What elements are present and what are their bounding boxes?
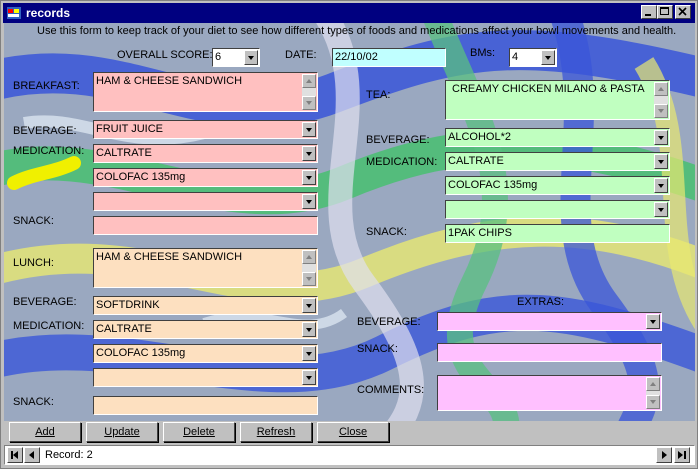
chevron-down-icon[interactable] — [302, 170, 316, 185]
lunch-medication-1-select[interactable]: CALTRATE — [93, 320, 318, 339]
tea-beverage-select[interactable]: ALCOHOL*2 — [445, 128, 670, 147]
close-icon — [678, 7, 687, 16]
breakfast-medication-label: MEDICATION: — [13, 145, 85, 157]
maximize-button[interactable] — [657, 5, 673, 19]
close-button[interactable]: Close — [317, 422, 389, 442]
chevron-down-icon[interactable] — [302, 346, 316, 361]
chevron-down-icon[interactable] — [654, 178, 668, 193]
chevron-down-icon[interactable] — [654, 154, 668, 169]
breakfast-snack-label: SNACK: — [13, 215, 54, 227]
comments-scrollbar[interactable] — [646, 377, 660, 409]
minimize-icon — [645, 14, 651, 16]
date-field[interactable]: 22/10/02 — [332, 48, 446, 67]
chevron-down-icon[interactable] — [302, 322, 316, 337]
first-record-icon[interactable] — [7, 447, 23, 463]
tea-medication-1-select[interactable]: CALTRATE — [445, 152, 670, 171]
lunch-beverage-label: BEVERAGE: — [13, 296, 77, 308]
lunch-medication-3-select[interactable] — [93, 368, 318, 387]
overall-score-label: OVERALL SCORE: — [117, 49, 213, 61]
bms-select[interactable]: 4 — [509, 48, 557, 67]
chevron-down-icon[interactable] — [302, 122, 316, 137]
lunch-beverage-select[interactable]: SOFTDRINK — [93, 296, 318, 315]
comments-label: COMMENTS: — [357, 384, 425, 396]
records-window: records Use this form to keep track of y… — [0, 0, 698, 469]
overall-score-select[interactable]: 6 — [212, 48, 260, 67]
breakfast-field[interactable]: HAM & CHEESE SANDWICH — [93, 72, 318, 112]
lunch-field[interactable]: HAM & CHEESE SANDWICH — [93, 248, 318, 288]
scroll-down-icon[interactable] — [302, 272, 316, 286]
tea-field[interactable]: CREAMY CHICKEN MILANO & PASTA — [445, 80, 670, 120]
extras-beverage-label: BEVERAGE: — [357, 316, 421, 328]
breakfast-beverage-select[interactable]: FRUIT JUICE — [93, 120, 318, 139]
form-body: Use this form to keep track of your diet… — [4, 23, 695, 421]
extras-heading: EXTRAS: — [517, 296, 565, 308]
delete-button[interactable]: Delete — [163, 422, 235, 442]
minimize-button[interactable] — [641, 5, 657, 19]
comments-field[interactable] — [437, 375, 662, 411]
tea-label: TEA: — [366, 89, 391, 101]
record-position-text: Record: 2 — [45, 449, 93, 461]
next-record-icon[interactable] — [656, 447, 672, 463]
chevron-down-icon[interactable] — [302, 298, 316, 313]
record-navigator: Record: 2 — [4, 445, 695, 465]
chevron-down-icon[interactable] — [302, 146, 316, 161]
close-window-button[interactable] — [675, 5, 691, 19]
breakfast-label: BREAKFAST: — [13, 80, 80, 92]
bms-label: BMs: — [470, 47, 496, 59]
scroll-down-icon[interactable] — [654, 104, 668, 118]
breakfast-medication-3-select[interactable] — [93, 192, 318, 211]
tea-scrollbar[interactable] — [654, 82, 668, 118]
tea-snack-label: SNACK: — [366, 226, 407, 238]
lunch-snack-label: SNACK: — [13, 396, 54, 408]
update-button[interactable]: Update — [86, 422, 158, 442]
scroll-up-icon[interactable] — [654, 82, 668, 96]
extras-snack-label: SNACK: — [357, 343, 398, 355]
tea-medication-3-select[interactable] — [445, 200, 670, 219]
chevron-down-icon[interactable] — [541, 50, 555, 65]
chevron-down-icon[interactable] — [244, 50, 258, 65]
extras-snack-field[interactable] — [437, 343, 662, 362]
chevron-down-icon[interactable] — [654, 130, 668, 145]
scroll-up-icon[interactable] — [302, 74, 316, 88]
tea-beverage-label: BEVERAGE: — [366, 134, 430, 146]
window-title: records — [26, 6, 71, 20]
lunch-medication-2-select[interactable]: COLOFAC 135mg — [93, 344, 318, 363]
tea-medication-2-select[interactable]: COLOFAC 135mg — [445, 176, 670, 195]
scroll-up-icon[interactable] — [646, 377, 660, 391]
last-record-icon[interactable] — [674, 447, 690, 463]
refresh-button[interactable]: Refresh — [240, 422, 312, 442]
instructions-text: Use this form to keep track of your diet… — [37, 25, 677, 37]
chevron-down-icon[interactable] — [654, 202, 668, 217]
chevron-down-icon[interactable] — [646, 314, 660, 329]
title-bar[interactable]: records — [3, 3, 695, 23]
tea-medication-label: MEDICATION: — [366, 156, 438, 168]
app-icon — [6, 6, 22, 20]
breakfast-scrollbar[interactable] — [302, 74, 316, 110]
add-button[interactable]: Add — [9, 422, 81, 442]
maximize-icon — [660, 7, 669, 15]
chevron-down-icon[interactable] — [302, 370, 316, 385]
breakfast-snack-field[interactable] — [93, 216, 318, 235]
breakfast-beverage-label: BEVERAGE: — [13, 125, 77, 137]
date-label: DATE: — [285, 49, 317, 61]
button-bar: Add Update Delete Refresh Close — [4, 421, 695, 443]
lunch-medication-label: MEDICATION: — [13, 320, 85, 332]
scroll-down-icon[interactable] — [646, 395, 660, 409]
scroll-down-icon[interactable] — [302, 96, 316, 110]
extras-beverage-select[interactable] — [437, 312, 662, 331]
lunch-label: LUNCH: — [13, 257, 54, 269]
tea-snack-field[interactable]: 1PAK CHIPS — [445, 224, 670, 243]
scroll-up-icon[interactable] — [302, 250, 316, 264]
lunch-snack-field[interactable] — [93, 396, 318, 415]
previous-record-icon[interactable] — [24, 447, 40, 463]
chevron-down-icon[interactable] — [302, 194, 316, 209]
lunch-scrollbar[interactable] — [302, 250, 316, 286]
breakfast-medication-1-select[interactable]: CALTRATE — [93, 144, 318, 163]
breakfast-medication-2-select[interactable]: COLOFAC 135mg — [93, 168, 318, 187]
